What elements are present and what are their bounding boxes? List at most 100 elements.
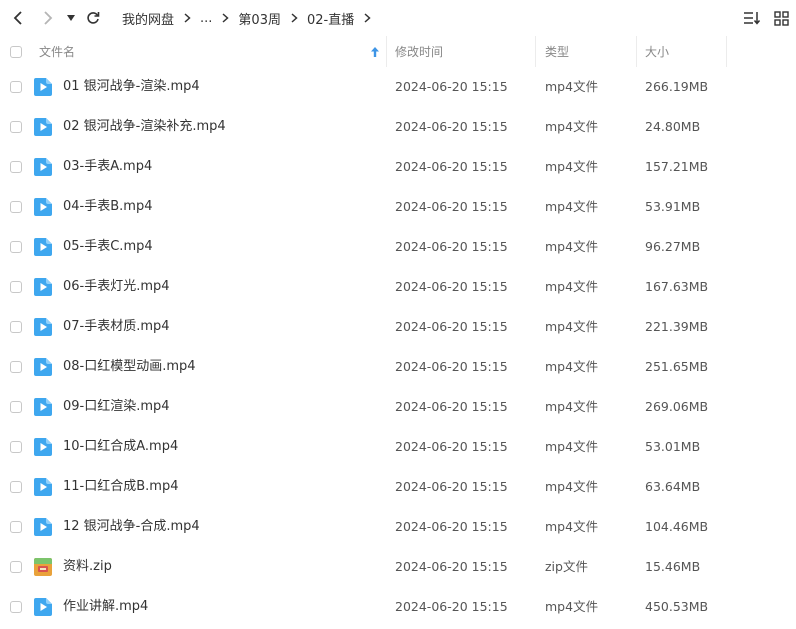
file-name[interactable]: 03-手表A.mp4 bbox=[63, 147, 152, 187]
file-size: 63.64MB bbox=[645, 479, 701, 494]
video-file-icon bbox=[34, 318, 52, 336]
video-file-icon bbox=[34, 598, 52, 616]
sort-ascending-icon[interactable] bbox=[371, 36, 379, 67]
file-row[interactable]: 11-口红合成B.mp4 2024-06-20 15:15 mp4文件 63.64MB bbox=[0, 467, 796, 507]
file-row[interactable]: 12 银河战争-合成.mp4 2024-06-20 15:15 mp4文件 104.4… bbox=[0, 507, 796, 547]
file-name[interactable]: 05-手表C.mp4 bbox=[63, 227, 153, 267]
row-checkbox[interactable] bbox=[10, 281, 22, 293]
video-file-icon bbox=[34, 358, 52, 376]
file-name[interactable]: 作业讲解.mp4 bbox=[63, 587, 148, 627]
row-checkbox[interactable] bbox=[10, 441, 22, 453]
video-file-icon bbox=[34, 518, 52, 536]
caret-down-icon bbox=[67, 15, 75, 21]
file-size: 104.46MB bbox=[645, 519, 709, 534]
chevron-right-icon bbox=[291, 13, 298, 23]
refresh-button[interactable] bbox=[84, 6, 102, 30]
file-size: 450.53MB bbox=[645, 599, 709, 614]
file-size: 269.06MB bbox=[645, 399, 709, 414]
column-modified-header[interactable]: 修改时间 bbox=[395, 36, 443, 67]
chevron-left-icon bbox=[13, 11, 22, 25]
row-checkbox[interactable] bbox=[10, 121, 22, 133]
grid-view-button[interactable] bbox=[771, 8, 791, 28]
file-name[interactable]: 09-口红渲染.mp4 bbox=[63, 387, 170, 427]
file-row[interactable]: 06-手表灯光.mp4 2024-06-20 15:15 mp4文件 167.63MB bbox=[0, 267, 796, 307]
file-type: mp4文件 bbox=[545, 159, 599, 174]
forward-button[interactable] bbox=[38, 6, 58, 30]
sort-menu-button[interactable] bbox=[742, 8, 762, 28]
zip-file-icon bbox=[34, 558, 52, 576]
row-checkbox[interactable] bbox=[10, 161, 22, 173]
file-size: 15.46MB bbox=[645, 559, 701, 574]
file-row[interactable]: 09-口红渲染.mp4 2024-06-20 15:15 mp4文件 269.06MB bbox=[0, 387, 796, 427]
row-checkbox[interactable] bbox=[10, 521, 22, 533]
row-checkbox[interactable] bbox=[10, 201, 22, 213]
file-row[interactable]: 01 银河战争-渲染.mp4 2024-06-20 15:15 mp4文件 266.1… bbox=[0, 67, 796, 107]
column-name-header[interactable]: 文件名 bbox=[39, 36, 75, 67]
file-name[interactable]: 07-手表材质.mp4 bbox=[63, 307, 170, 347]
select-all-checkbox[interactable] bbox=[10, 45, 22, 58]
row-checkbox[interactable] bbox=[10, 241, 22, 253]
breadcrumb-item-ellipsis[interactable]: ... bbox=[200, 11, 212, 26]
video-file-icon bbox=[34, 398, 52, 416]
file-row[interactable]: 04-手表B.mp4 2024-06-20 15:15 mp4文件 53.91MB bbox=[0, 187, 796, 227]
file-modified-time: 2024-06-20 15:15 bbox=[395, 199, 508, 214]
file-row[interactable]: 03-手表A.mp4 2024-06-20 15:15 mp4文件 157.21MB bbox=[0, 147, 796, 187]
file-size: 266.19MB bbox=[645, 79, 709, 94]
file-size: 157.21MB bbox=[645, 159, 709, 174]
column-divider bbox=[726, 36, 727, 67]
video-file-icon bbox=[34, 158, 52, 176]
file-name[interactable]: 06-手表灯光.mp4 bbox=[63, 267, 170, 307]
file-name[interactable]: 02 银河战争-渲染补充.mp4 bbox=[63, 107, 226, 147]
file-name[interactable]: 11-口红合成B.mp4 bbox=[63, 467, 178, 507]
file-name[interactable]: 08-口红模型动画.mp4 bbox=[63, 347, 196, 387]
file-type: mp4文件 bbox=[545, 239, 599, 254]
file-row[interactable]: 资料.zip 2024-06-20 15:15 zip文件 15.46MB bbox=[0, 547, 796, 587]
toolbar: 我的网盘 ... 第03周 02-直播 bbox=[0, 0, 796, 36]
refresh-icon bbox=[87, 12, 100, 24]
grid-view-icon bbox=[773, 10, 789, 26]
file-type: zip文件 bbox=[545, 559, 588, 574]
file-type: mp4文件 bbox=[545, 599, 599, 614]
file-size: 53.91MB bbox=[645, 199, 701, 214]
file-row[interactable]: 08-口红模型动画.mp4 2024-06-20 15:15 mp4文件 251.65… bbox=[0, 347, 796, 387]
file-row[interactable]: 10-口红合成A.mp4 2024-06-20 15:15 mp4文件 53.01MB bbox=[0, 427, 796, 467]
row-checkbox[interactable] bbox=[10, 601, 22, 613]
chevron-right-icon bbox=[364, 13, 371, 23]
select-all-cell bbox=[10, 36, 22, 67]
column-size-header[interactable]: 大小 bbox=[645, 36, 669, 67]
video-file-icon bbox=[34, 78, 52, 96]
column-type-header[interactable]: 类型 bbox=[545, 36, 569, 67]
file-row[interactable]: 02 银河战争-渲染补充.mp4 2024-06-20 15:15 mp4文件 24.… bbox=[0, 107, 796, 147]
breadcrumb-item-live[interactable]: 02-直播 bbox=[307, 9, 354, 28]
row-checkbox[interactable] bbox=[10, 81, 22, 93]
file-name[interactable]: 12 银河战争-合成.mp4 bbox=[63, 507, 200, 547]
file-size: 96.27MB bbox=[645, 239, 701, 254]
file-name[interactable]: 资料.zip bbox=[63, 547, 112, 587]
row-checkbox[interactable] bbox=[10, 561, 22, 573]
file-type: mp4文件 bbox=[545, 119, 599, 134]
video-file-icon bbox=[34, 238, 52, 256]
chevron-right-icon bbox=[44, 11, 53, 25]
file-name[interactable]: 10-口红合成A.mp4 bbox=[63, 427, 178, 467]
file-modified-time: 2024-06-20 15:15 bbox=[395, 119, 508, 134]
breadcrumb: 我的网盘 ... 第03周 02-直播 bbox=[122, 0, 380, 36]
file-modified-time: 2024-06-20 15:15 bbox=[395, 399, 508, 414]
breadcrumb-item-week03[interactable]: 第03周 bbox=[238, 9, 281, 28]
file-name[interactable]: 01 银河战争-渲染.mp4 bbox=[63, 67, 200, 107]
row-checkbox[interactable] bbox=[10, 361, 22, 373]
video-file-icon bbox=[34, 198, 52, 216]
file-modified-time: 2024-06-20 15:15 bbox=[395, 239, 508, 254]
file-row[interactable]: 07-手表材质.mp4 2024-06-20 15:15 mp4文件 221.39MB bbox=[0, 307, 796, 347]
breadcrumb-item-my-drive[interactable]: 我的网盘 bbox=[122, 9, 174, 28]
back-button[interactable] bbox=[8, 6, 28, 30]
sort-list-icon bbox=[744, 12, 761, 25]
file-row[interactable]: 05-手表C.mp4 2024-06-20 15:15 mp4文件 96.27MB bbox=[0, 227, 796, 267]
file-modified-time: 2024-06-20 15:15 bbox=[395, 319, 508, 334]
row-checkbox[interactable] bbox=[10, 481, 22, 493]
history-dropdown-button[interactable] bbox=[64, 6, 78, 30]
row-checkbox[interactable] bbox=[10, 401, 22, 413]
row-checkbox[interactable] bbox=[10, 321, 22, 333]
file-modified-time: 2024-06-20 15:15 bbox=[395, 599, 508, 614]
file-name[interactable]: 04-手表B.mp4 bbox=[63, 187, 152, 227]
file-row[interactable]: 作业讲解.mp4 2024-06-20 15:15 mp4文件 450.53MB bbox=[0, 587, 796, 627]
